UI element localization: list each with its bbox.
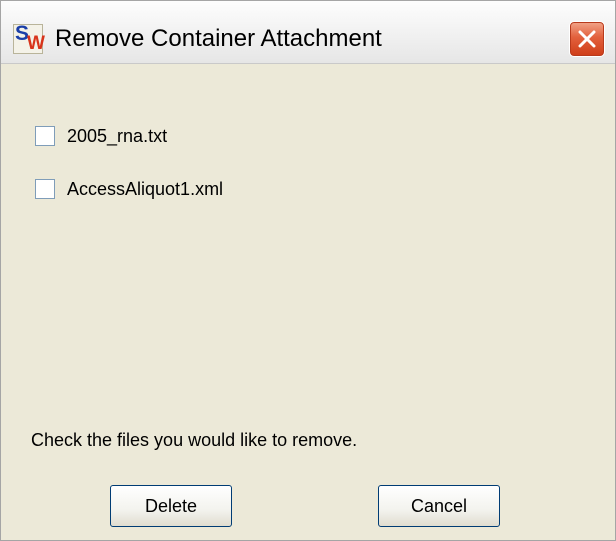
delete-button[interactable]: Delete bbox=[110, 485, 232, 527]
file-item[interactable]: AccessAliquot1.xml bbox=[35, 177, 223, 201]
sw-app-icon: S W bbox=[13, 22, 45, 54]
dialog-content: 2005_rna.txt AccessAliquot1.xml Check th… bbox=[1, 64, 615, 540]
file-checkbox[interactable] bbox=[35, 126, 55, 146]
close-icon bbox=[578, 30, 596, 48]
close-button[interactable] bbox=[569, 21, 605, 57]
file-item[interactable]: 2005_rna.txt bbox=[35, 124, 167, 148]
title-bar[interactable]: S W Remove Container Attachment bbox=[1, 1, 615, 64]
remove-attachment-dialog: S W Remove Container Attachment 2005_rna… bbox=[0, 0, 616, 541]
file-name-label: 2005_rna.txt bbox=[67, 125, 168, 146]
dialog-title: Remove Container Attachment bbox=[55, 25, 382, 52]
cancel-button[interactable]: Cancel bbox=[378, 485, 500, 527]
app-icon-letter-w: W bbox=[27, 33, 45, 54]
file-name-label: AccessAliquot1.xml bbox=[67, 178, 224, 199]
file-checkbox[interactable] bbox=[35, 179, 55, 199]
instruction-text: Check the files you would like to remove… bbox=[31, 430, 358, 450]
